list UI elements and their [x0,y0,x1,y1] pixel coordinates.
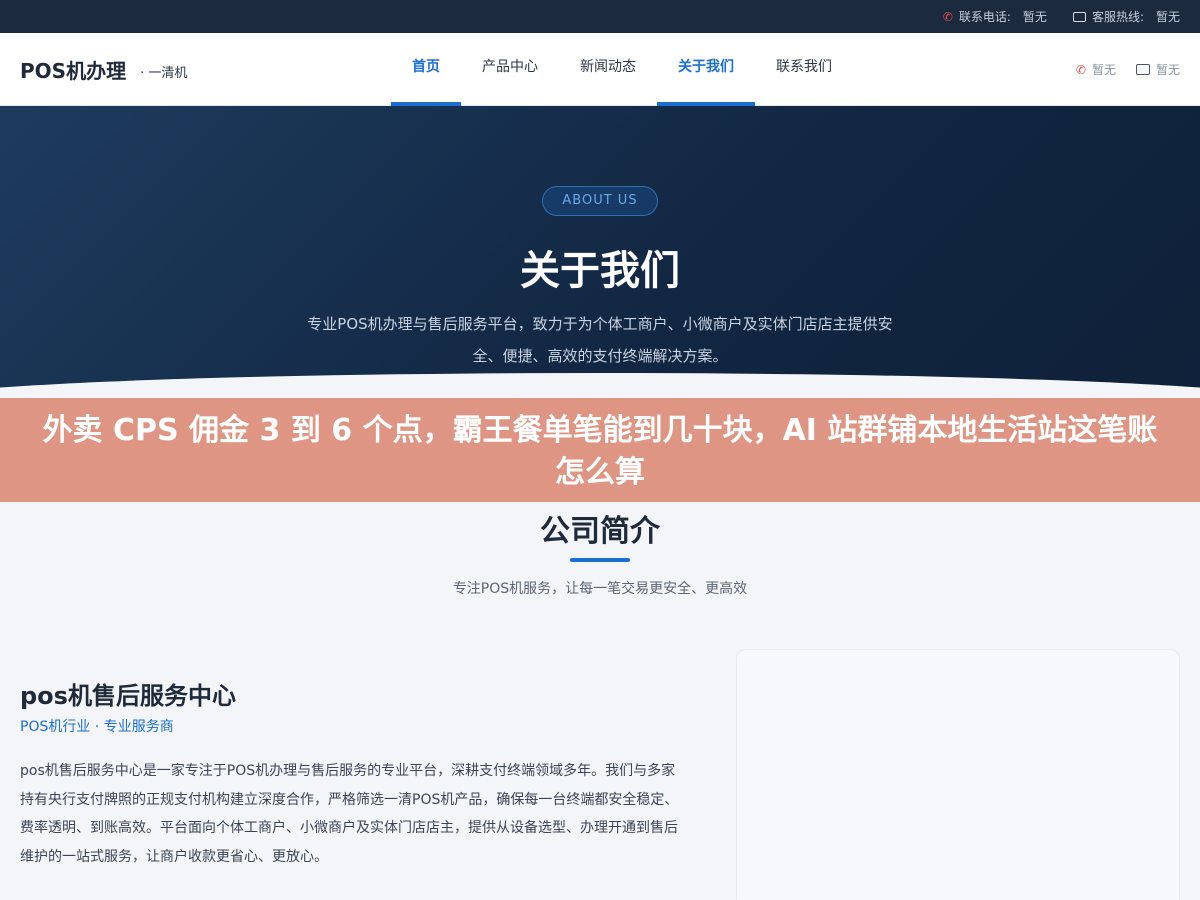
hero-section: ABOUT US 关于我们 专业POS机办理与售后服务平台，致力于为个体工商户、… [0,106,1200,398]
hero-curve-divider [0,373,1200,398]
topbar-hotline-value: 暂无 [1155,10,1180,24]
company-tag: POS机行业 · 专业服务商 [20,719,174,735]
topbar-phone[interactable]: ✆ 联系电话: 暂无 [943,8,1047,25]
topbar-phone-label: 联系电话: [958,10,1011,24]
hero-description: 专业POS机办理与售后服务平台，致力于为个体工商户、小微商户及实体门店店主提供安… [307,315,893,365]
header-contact: ✆ 暂无 暂无 [1076,33,1180,106]
topbar-hotline-label: 客服热线: [1091,10,1144,24]
site-logo[interactable]: POS机办理 [20,55,126,84]
section-underline [570,558,630,562]
nav-products[interactable]: 产品中心 [461,33,559,106]
site-header: POS机办理 · 一清机 首页 产品中心 新闻动态 关于我们 联系我们 ✆ 暂无… [0,33,1200,106]
top-bar: ✆ 联系电话: 暂无 客服热线: 暂无 [0,0,1200,33]
chat-icon [1135,64,1150,75]
site-sublogo: · 一清机 [140,65,188,81]
section-subtitle: 专注POS机服务，让每一笔交易更安全、更高效 [452,581,748,597]
nav-news[interactable]: 新闻动态 [559,33,657,106]
main-nav: 首页 产品中心 新闻动态 关于我们 联系我们 [391,33,853,106]
topbar-phone-value: 暂无 [1022,10,1047,24]
section-title: 公司简介 [540,514,660,549]
header-phone[interactable]: ✆ 暂无 [1076,61,1116,78]
header-phone-value: 暂无 [1091,63,1116,77]
hero-title: 关于我们 [520,248,680,294]
about-badge: ABOUT US [542,186,658,216]
nav-contact[interactable]: 联系我们 [755,33,853,106]
nav-home[interactable]: 首页 [391,33,461,106]
topbar-hotline[interactable]: 客服热线: 暂无 [1072,8,1180,25]
company-description: pos机售后服务中心是一家专注于POS机办理与售后服务的专业平台，深耕支付终端领… [20,763,679,865]
header-chat-value: 暂无 [1155,63,1180,77]
image-card-placeholder [736,649,1180,900]
phone-icon: ✆ [1075,62,1086,77]
header-chat[interactable]: 暂无 [1135,61,1180,78]
company-name: pos机售后服务中心 [20,682,236,710]
nav-about[interactable]: 关于我们 [657,33,755,106]
chat-icon [1072,11,1086,22]
overlay-banner: 外卖 CPS 佣金 3 到 6 个点，霸王餐单笔能到几十块，AI 站群铺本地生活… [0,398,1200,502]
phone-icon: ✆ [942,9,953,24]
